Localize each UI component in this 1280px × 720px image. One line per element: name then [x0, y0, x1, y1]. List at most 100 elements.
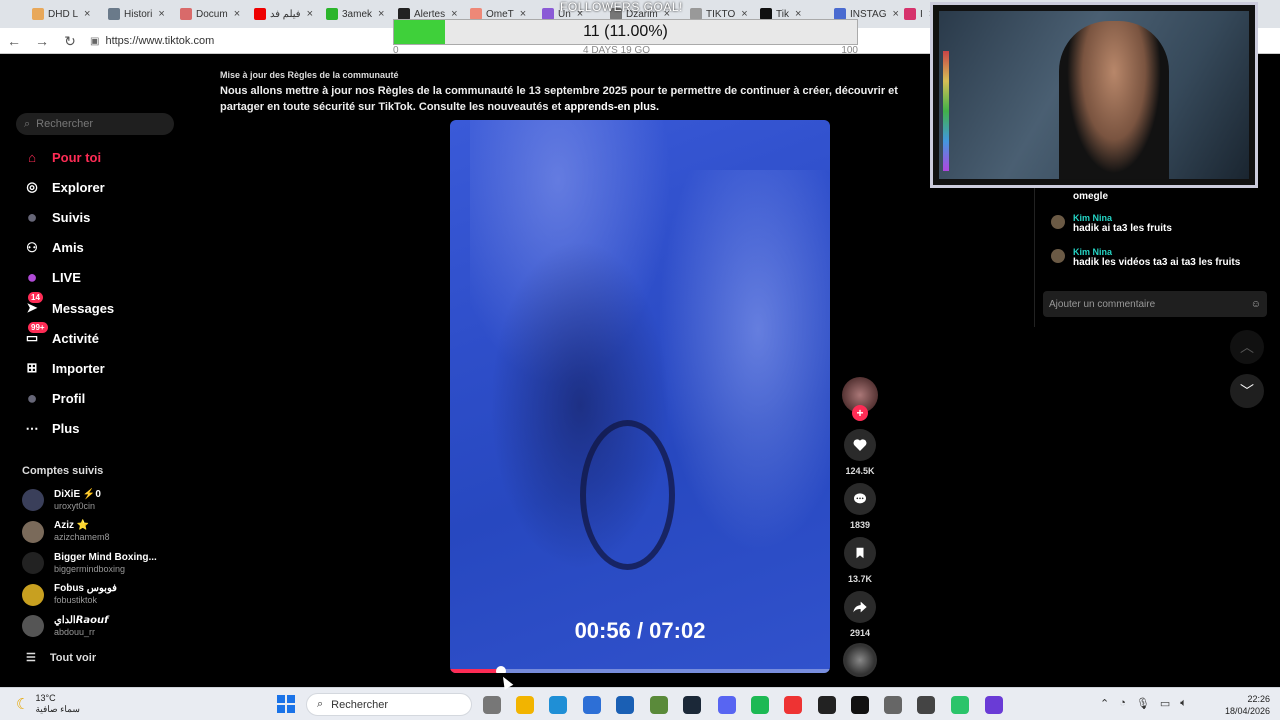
moon-icon: ☾: [16, 695, 30, 713]
sidebar-item-messages[interactable]: ➤ 14 Messages: [22, 292, 115, 320]
tiktok-icon[interactable]: [851, 696, 869, 714]
browser-tab[interactable]: Docum ×: [180, 4, 240, 24]
sidebar-item-label: Profil: [52, 391, 86, 407]
sidebar-item-importer[interactable]: ⊞ Importer: [22, 356, 105, 380]
following-account[interactable]: Bigger Mind Boxing... biggermindboxing: [22, 550, 157, 576]
account-info: Fobus فوبوس fobustiktok: [54, 583, 117, 606]
following-account[interactable]: الداي𝙍𝙖𝙤𝙪𝙛 abdouu_rr: [22, 613, 108, 639]
bookmark-icon[interactable]: [844, 537, 876, 569]
mail-icon[interactable]: [616, 696, 634, 714]
heart-icon[interactable]: [844, 429, 876, 461]
account-name: Bigger Mind Boxing...: [54, 551, 157, 563]
friends-icon: ⚇: [26, 239, 38, 255]
tab-close-icon[interactable]: ×: [307, 8, 313, 20]
url-field[interactable]: ▣ https://www.tiktok.com: [90, 32, 214, 50]
reload-icon[interactable]: ↻: [62, 33, 78, 49]
see-all-button[interactable]: ☰ Tout voir: [26, 651, 97, 665]
comment-icon[interactable]: [844, 483, 876, 515]
sidebar-item-profil[interactable]: ● Profil: [22, 387, 86, 411]
minecraft-icon[interactable]: [650, 696, 668, 714]
browser-tab[interactable]: فيلم فد ×: [254, 4, 313, 24]
task-view-icon[interactable]: [483, 696, 501, 714]
app-icon[interactable]: [818, 696, 836, 714]
microphone-icon[interactable]: 🎙︎: [1136, 697, 1150, 710]
chat-username[interactable]: Kim Nina: [1073, 213, 1172, 223]
follow-plus-icon[interactable]: +: [852, 405, 868, 421]
like-action[interactable]: 124.5K: [840, 429, 880, 476]
chat-message-text: omegle: [1073, 191, 1109, 202]
discord-icon[interactable]: [718, 696, 736, 714]
store-icon[interactable]: [583, 696, 601, 714]
chat-username[interactable]: Kim Nina: [1073, 247, 1240, 257]
steam-icon[interactable]: [683, 696, 701, 714]
chat-message: Kim Nina hadik les vidéos ta3 ai ta3 les…: [1051, 247, 1240, 268]
assistant-icon[interactable]: [985, 696, 1003, 714]
spotify-icon[interactable]: [751, 696, 769, 714]
site-info-icon[interactable]: ▣: [90, 36, 99, 47]
video-progress-bar[interactable]: [450, 666, 830, 673]
see-all-label: Tout voir: [49, 651, 97, 664]
tab-favicon-icon: [180, 8, 192, 20]
taskbar-search[interactable]: ⌕ Rechercher: [306, 693, 472, 716]
browser-tab[interactable]: Histori ×: [108, 4, 165, 24]
tab-close-icon[interactable]: ×: [892, 8, 898, 20]
sidebar-item-label: Messages: [52, 300, 115, 316]
tab-close-icon[interactable]: ×: [84, 8, 90, 20]
sidebar-item-plus[interactable]: ⋯ Plus: [22, 417, 80, 441]
learn-more-link[interactable]: apprends-en plus.: [564, 101, 659, 113]
file-explorer-icon[interactable]: [516, 696, 534, 714]
previous-video-button[interactable]: ︿: [1230, 330, 1264, 364]
music-disc-button[interactable]: [840, 643, 880, 677]
chevron-up-icon[interactable]: ⌃: [1100, 697, 1109, 710]
emoji-icon[interactable]: ☺: [1251, 299, 1261, 310]
chat-app-icon[interactable]: [951, 696, 969, 714]
account-avatar: [22, 489, 44, 511]
share-icon[interactable]: [844, 591, 876, 623]
creator-avatar-button[interactable]: +: [840, 377, 880, 421]
comment-action[interactable]: 1839: [840, 483, 880, 530]
music-disc-icon[interactable]: [843, 643, 877, 677]
chrome-icon[interactable]: [784, 696, 802, 714]
network-icon[interactable]: ▭: [1160, 697, 1170, 710]
windows-start-icon[interactable]: [277, 695, 295, 713]
home-icon: ⌂: [28, 149, 36, 165]
weather-widget[interactable]: ☾ 13°C سماء صافية: [16, 693, 80, 715]
share-action[interactable]: 2914: [840, 591, 880, 638]
tab-close-icon[interactable]: ×: [234, 8, 240, 20]
edge-browser-icon[interactable]: [549, 696, 567, 714]
following-account[interactable]: DiXiE ⚡0 uroxyt0cin: [22, 487, 101, 513]
account-info: Bigger Mind Boxing... biggermindboxing: [54, 552, 157, 575]
sidebar-item-explorer[interactable]: ◎ Explorer: [22, 175, 104, 199]
tab-close-icon[interactable]: ×: [378, 8, 384, 20]
settings-icon[interactable]: [884, 696, 902, 714]
sidebar-item-activit-[interactable]: ▭ 99+ Activité: [22, 322, 99, 350]
account-handle: uroxyt0cin: [54, 500, 96, 511]
back-icon[interactable]: ←: [6, 33, 22, 49]
forward-icon[interactable]: →: [34, 33, 50, 49]
goal-target: 100: [841, 45, 858, 56]
sidebar-item-label: Plus: [52, 421, 80, 437]
save-action[interactable]: 13.7K: [840, 537, 880, 584]
editor-icon[interactable]: [917, 696, 935, 714]
sidebar-item-amis[interactable]: ⚇ Amis: [22, 236, 84, 260]
volume-icon[interactable]: 🔈︎: [1180, 697, 1187, 710]
system-clock[interactable]: 22:26 18/04/2026: [1210, 693, 1270, 717]
sidebar-search-input[interactable]: ⌕ Rechercher: [16, 113, 174, 135]
tab-label: Histori: [124, 8, 153, 20]
following-account[interactable]: Aziz ⭐ azizchamem8: [22, 519, 110, 545]
comment-input[interactable]: Ajouter un commentaire ☺: [1043, 291, 1267, 317]
tab-close-icon[interactable]: ×: [158, 8, 164, 20]
weather-temp: 13°C: [35, 693, 56, 703]
browser-tab[interactable]: 3amek ×: [326, 4, 384, 24]
video-player[interactable]: 00:56 / 07:02: [450, 120, 830, 673]
goal-progress-text: 11 (11.00%): [583, 23, 668, 40]
browser-tab[interactable]: DHD L ×: [32, 4, 90, 24]
following-account[interactable]: Fobus فوبوس fobustiktok: [22, 582, 117, 608]
sidebar-item-pour-toi[interactable]: ⌂ Pour toi: [22, 145, 101, 169]
sidebar-item-live[interactable]: ● LIVE: [22, 266, 81, 290]
app-tray-icon[interactable]: ◔: [1119, 697, 1126, 710]
account-name: الداي𝙍𝙖𝙤𝙪𝙛: [54, 614, 109, 626]
video-progress-handle[interactable]: [495, 666, 506, 673]
sidebar-item-suivis[interactable]: ● Suivis: [22, 205, 91, 229]
next-video-button[interactable]: ﹀: [1230, 374, 1264, 408]
